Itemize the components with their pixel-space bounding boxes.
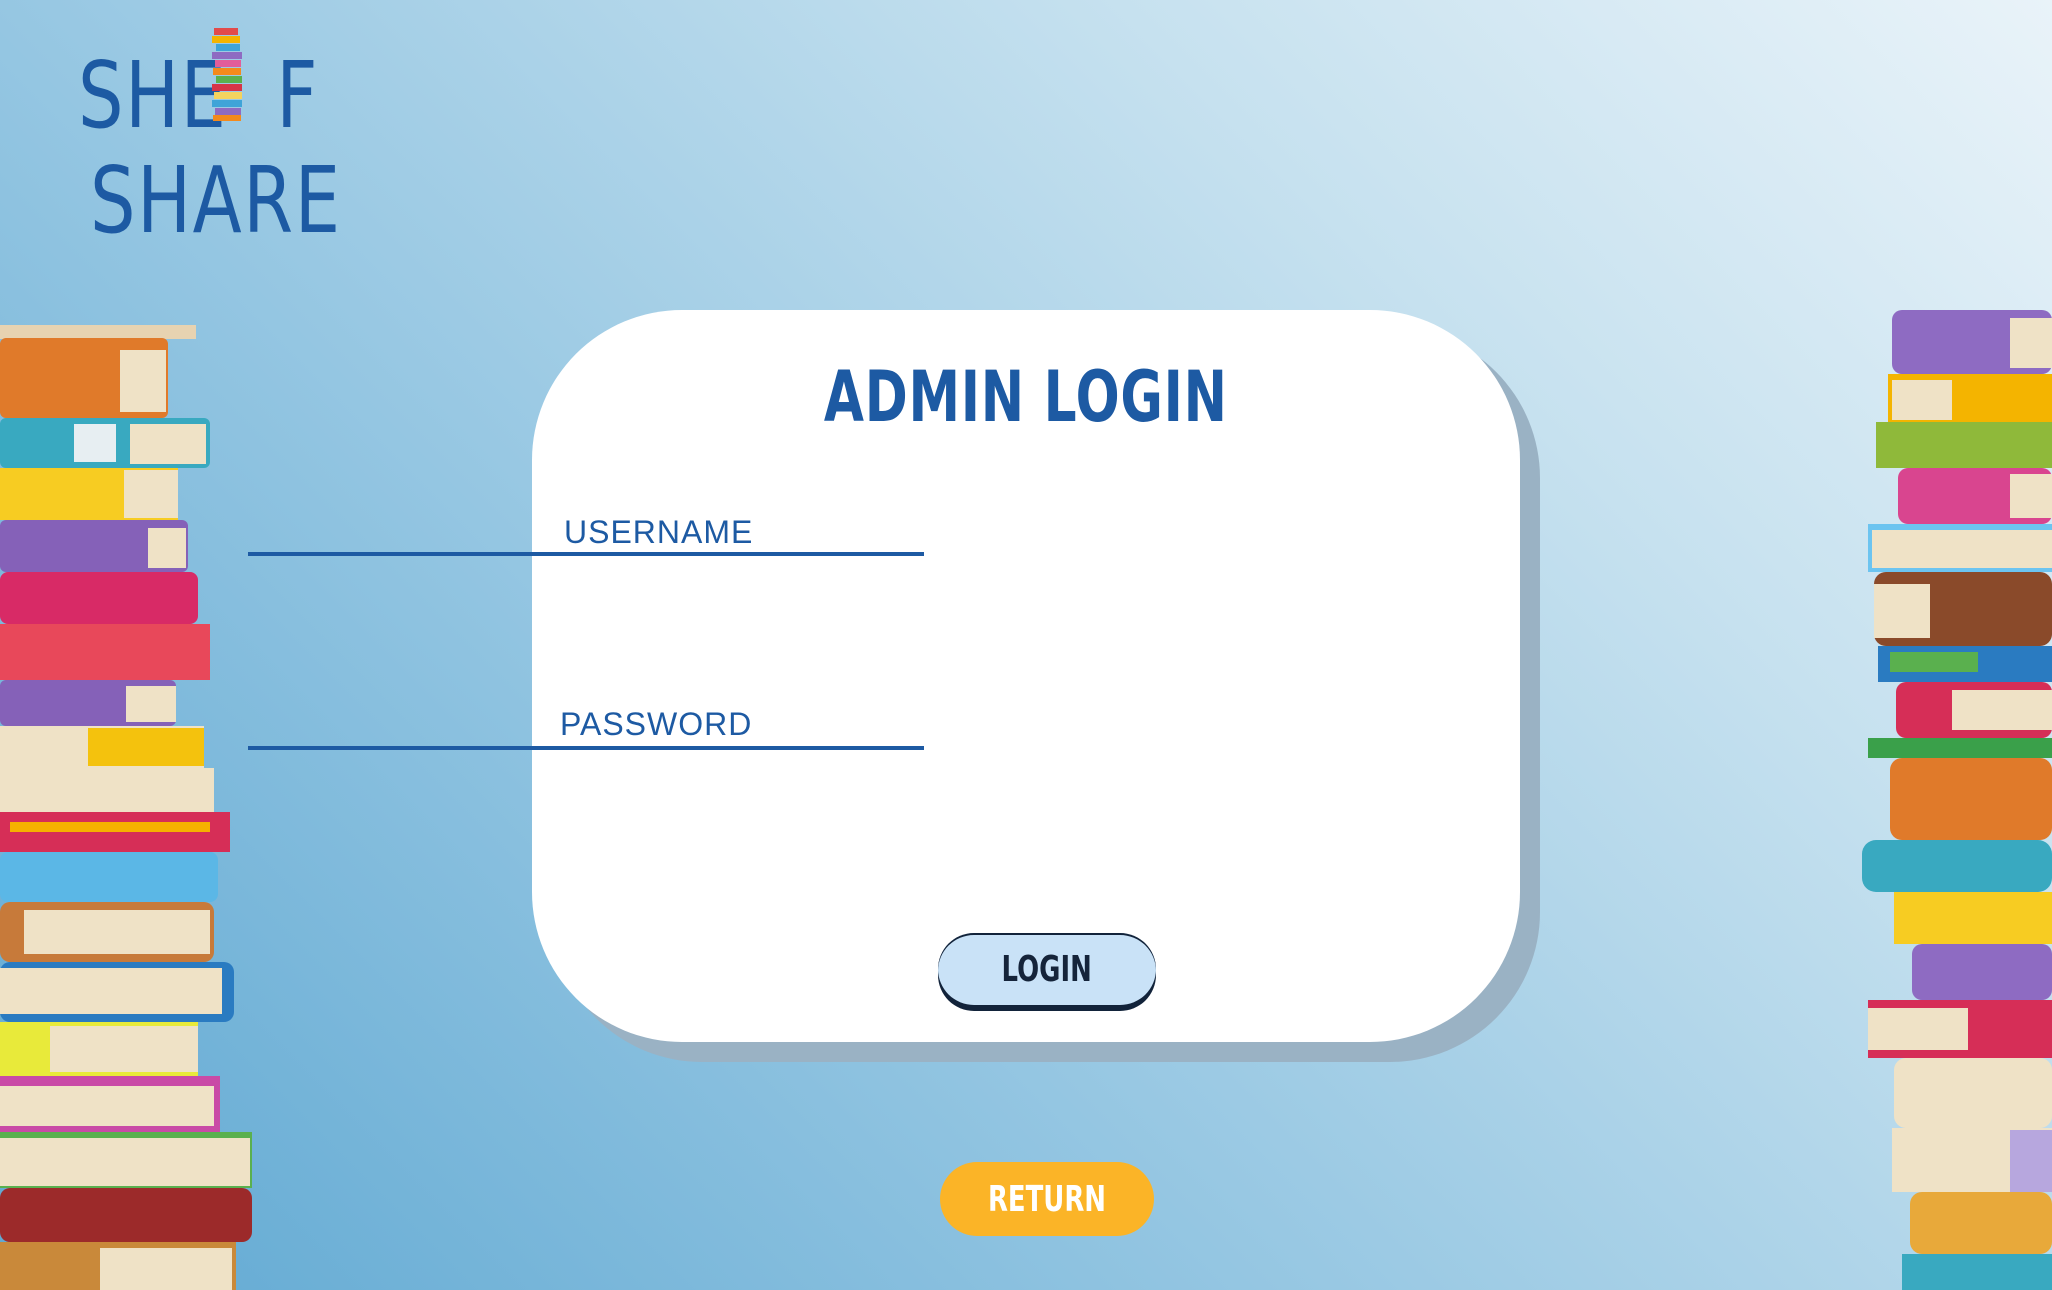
return-button-label: RETURN xyxy=(987,1178,1107,1220)
username-field[interactable] xyxy=(248,506,924,556)
page-title: ADMIN LOGIN xyxy=(824,356,1228,438)
login-button[interactable]: LOGIN xyxy=(938,933,1156,1005)
password-field[interactable] xyxy=(248,700,924,750)
book-stack-left xyxy=(0,325,252,1290)
book-stack-right xyxy=(1862,310,2052,1290)
return-button[interactable]: RETURN xyxy=(940,1162,1154,1236)
login-button-label: LOGIN xyxy=(1001,948,1093,990)
